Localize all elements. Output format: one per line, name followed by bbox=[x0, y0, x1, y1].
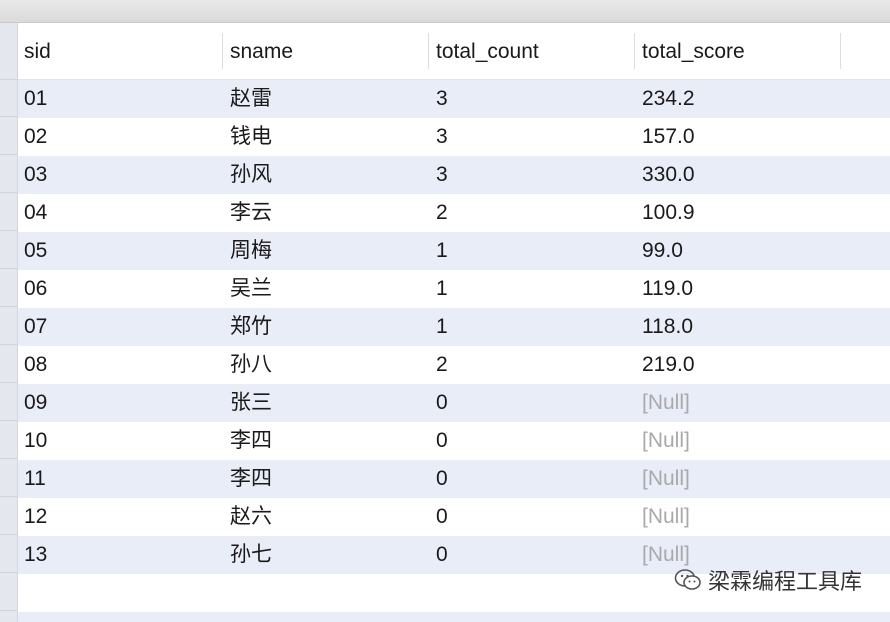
row-selector[interactable] bbox=[0, 23, 17, 80]
cell-total-score[interactable]: 99.0 bbox=[636, 232, 842, 270]
column-divider[interactable] bbox=[840, 33, 841, 69]
toolbar bbox=[0, 0, 890, 23]
cell-sid[interactable]: 11 bbox=[18, 460, 224, 498]
cell-sid[interactable]: 13 bbox=[18, 536, 224, 574]
table-row[interactable]: 03 孙风 3 330.0 bbox=[18, 156, 890, 194]
cell-sname[interactable]: 钱电 bbox=[224, 118, 430, 156]
cell-sid[interactable]: 12 bbox=[18, 498, 224, 536]
cell-total-count[interactable]: 2 bbox=[430, 194, 636, 232]
column-divider[interactable] bbox=[428, 33, 429, 69]
cell-sid[interactable]: 09 bbox=[18, 384, 224, 422]
row-selector[interactable] bbox=[0, 79, 17, 117]
cell-total-count[interactable]: 0 bbox=[430, 422, 636, 460]
column-header-total-count[interactable]: total_count bbox=[430, 23, 636, 79]
cell-total-count[interactable]: 0 bbox=[430, 498, 636, 536]
table-row[interactable]: 07 郑竹 1 118.0 bbox=[18, 308, 890, 346]
cell-total-count[interactable]: 0 bbox=[430, 384, 636, 422]
table-row[interactable]: 10 李四 0 [Null] bbox=[18, 422, 890, 460]
cell-sid[interactable]: 04 bbox=[18, 194, 224, 232]
row-selector[interactable] bbox=[0, 155, 17, 193]
cell-sid[interactable]: 10 bbox=[18, 422, 224, 460]
column-header-sname[interactable]: sname bbox=[224, 23, 430, 79]
row-selector[interactable] bbox=[0, 459, 17, 497]
cell-sid[interactable]: 02 bbox=[18, 118, 224, 156]
cell-sid[interactable]: 03 bbox=[18, 156, 224, 194]
row-selector[interactable] bbox=[0, 573, 17, 611]
cell-sname[interactable]: 李云 bbox=[224, 194, 430, 232]
cell-sid[interactable]: 08 bbox=[18, 346, 224, 384]
row-selector[interactable] bbox=[0, 117, 17, 155]
cell-total-score[interactable]: 234.2 bbox=[636, 80, 842, 118]
cell-total-count[interactable]: 3 bbox=[430, 118, 636, 156]
column-divider[interactable] bbox=[222, 33, 223, 69]
cell-total-score[interactable]: [Null] bbox=[636, 498, 842, 536]
cell-total-count[interactable]: 1 bbox=[430, 232, 636, 270]
table-row[interactable]: 08 孙八 2 219.0 bbox=[18, 346, 890, 384]
wechat-icon bbox=[674, 569, 701, 590]
cell-sid[interactable]: 01 bbox=[18, 80, 224, 118]
cell-sid[interactable]: 07 bbox=[18, 308, 224, 346]
watermark: 梁霖编程工具库 bbox=[674, 564, 862, 596]
cell-total-count[interactable]: 1 bbox=[430, 270, 636, 308]
table-header: sid sname total_count total_score bbox=[18, 23, 890, 80]
column-header-total-score[interactable]: total_score bbox=[636, 23, 842, 79]
result-window: sid sname total_count total_score 01 赵雷 3 2… bbox=[0, 0, 890, 622]
cell-sname[interactable]: 孙风 bbox=[224, 156, 430, 194]
table-row[interactable]: 11 李四 0 [Null] bbox=[18, 460, 890, 498]
row-selector[interactable] bbox=[0, 611, 17, 622]
cell-sname[interactable]: 赵六 bbox=[224, 498, 430, 536]
cell-total-count[interactable]: 3 bbox=[430, 156, 636, 194]
row-selector[interactable] bbox=[0, 421, 17, 459]
cell-total-count[interactable]: 0 bbox=[430, 460, 636, 498]
cell-total-count[interactable]: 2 bbox=[430, 346, 636, 384]
watermark-text: 梁霖编程工具库 bbox=[707, 570, 862, 595]
table-row[interactable]: 09 张三 0 [Null] bbox=[18, 384, 890, 422]
cell-total-score[interactable]: 157.0 bbox=[636, 118, 842, 156]
cell-total-score[interactable]: [Null] bbox=[636, 384, 842, 422]
cell-sname[interactable]: 吴兰 bbox=[224, 270, 430, 308]
cell-total-score[interactable]: 119.0 bbox=[636, 270, 842, 308]
row-selector[interactable] bbox=[0, 269, 17, 307]
table-row[interactable]: 06 吴兰 1 119.0 bbox=[18, 270, 890, 308]
cell-total-score[interactable]: 219.0 bbox=[636, 346, 842, 384]
result-grid: sid sname total_count total_score 01 赵雷 3 2… bbox=[18, 23, 890, 622]
cell-total-count[interactable]: 1 bbox=[430, 308, 636, 346]
cell-sname[interactable]: 孙七 bbox=[224, 536, 430, 574]
cell-total-score[interactable]: 100.9 bbox=[636, 194, 842, 232]
empty-row bbox=[18, 612, 890, 622]
table-row[interactable]: 04 李云 2 100.9 bbox=[18, 194, 890, 232]
cell-sname[interactable]: 张三 bbox=[224, 384, 430, 422]
table-row[interactable]: 01 赵雷 3 234.2 bbox=[18, 80, 890, 118]
cell-sname[interactable]: 周梅 bbox=[224, 232, 430, 270]
cell-total-score[interactable]: [Null] bbox=[636, 460, 842, 498]
row-selector[interactable] bbox=[0, 497, 17, 535]
cell-sname[interactable]: 李四 bbox=[224, 460, 430, 498]
cell-sname[interactable]: 孙八 bbox=[224, 346, 430, 384]
table-row[interactable]: 02 钱电 3 157.0 bbox=[18, 118, 890, 156]
column-header-sid[interactable]: sid bbox=[18, 23, 224, 79]
cell-sname[interactable]: 李四 bbox=[224, 422, 430, 460]
cell-total-count[interactable]: 3 bbox=[430, 80, 636, 118]
cell-sid[interactable]: 06 bbox=[18, 270, 224, 308]
table-row[interactable]: 12 赵六 0 [Null] bbox=[18, 498, 890, 536]
cell-total-score[interactable]: [Null] bbox=[636, 422, 842, 460]
row-selector[interactable] bbox=[0, 307, 17, 345]
cell-sname[interactable]: 郑竹 bbox=[224, 308, 430, 346]
row-selector[interactable] bbox=[0, 193, 17, 231]
row-selector[interactable] bbox=[0, 231, 17, 269]
cell-total-score[interactable]: 118.0 bbox=[636, 308, 842, 346]
cell-sname[interactable]: 赵雷 bbox=[224, 80, 430, 118]
row-selector[interactable] bbox=[0, 345, 17, 383]
table-row[interactable]: 05 周梅 1 99.0 bbox=[18, 232, 890, 270]
cell-total-count[interactable]: 0 bbox=[430, 536, 636, 574]
column-divider[interactable] bbox=[634, 33, 635, 69]
cell-sid[interactable]: 05 bbox=[18, 232, 224, 270]
row-selector-gutter bbox=[0, 23, 18, 622]
cell-total-score[interactable]: 330.0 bbox=[636, 156, 842, 194]
row-selector[interactable] bbox=[0, 535, 17, 573]
row-selector[interactable] bbox=[0, 383, 17, 421]
